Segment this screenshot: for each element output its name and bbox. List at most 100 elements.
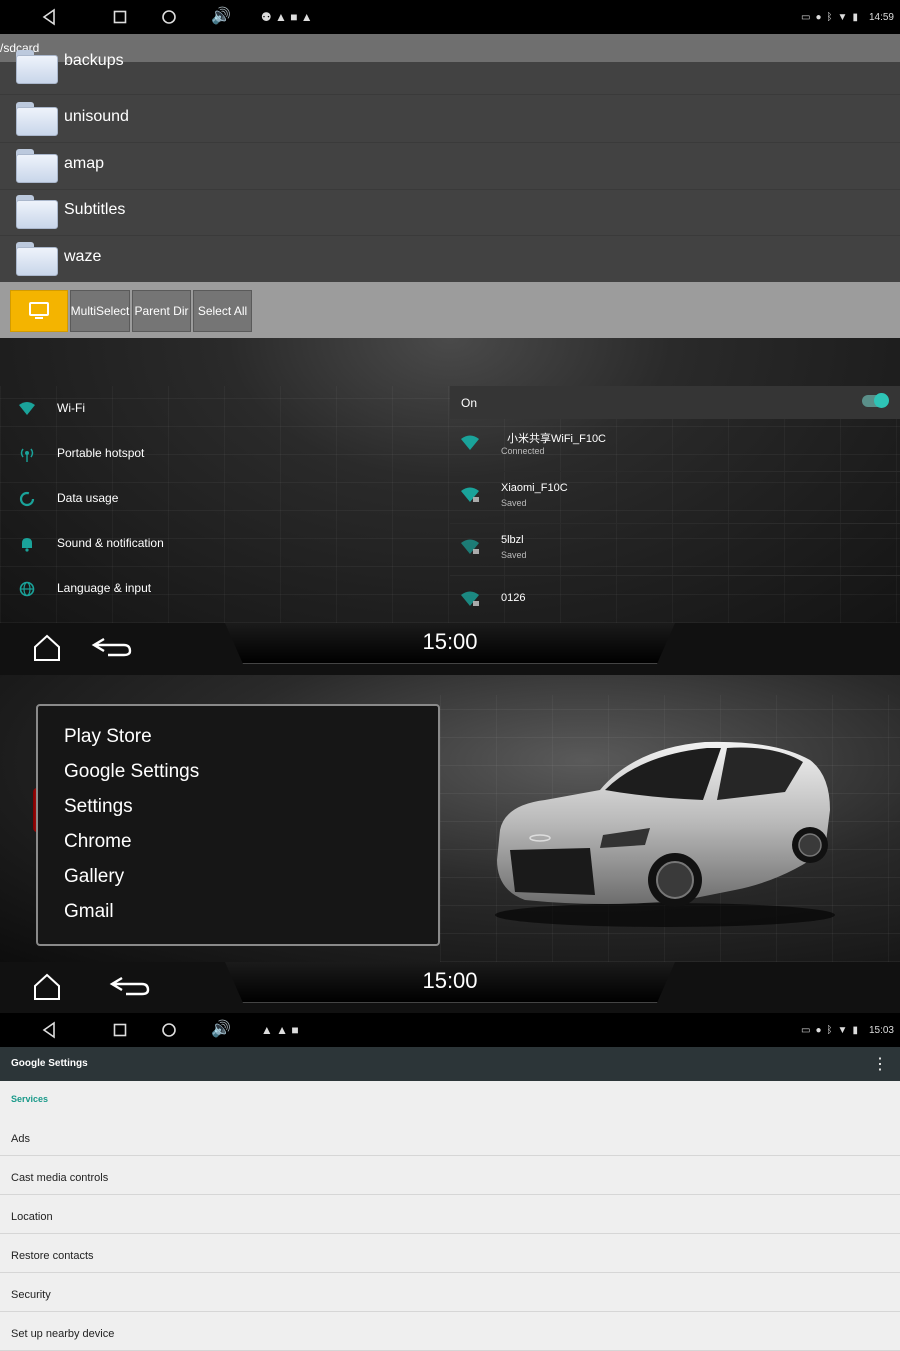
volume-icon[interactable]: 🔊	[211, 0, 231, 34]
settings-item-hotspot[interactable]: Portable hotspot	[0, 431, 450, 476]
app-list: Play Store Google Settings Settings Chro…	[36, 704, 440, 946]
wifi-network-name: Xiaomi_F10C	[501, 482, 568, 494]
wifi-network-name: 小米共享WiFi_F10C	[507, 433, 607, 445]
google-settings-header: Google Settings ⋮	[0, 1047, 900, 1081]
wifi-locked-icon	[461, 591, 479, 606]
settings-screen: Wi-Fi Portable hotspot Data usage Sound …	[0, 338, 900, 623]
wifi-network-status: Saved	[501, 550, 527, 560]
status-time: 14:59	[868, 11, 894, 23]
folder-name: Subtitles	[64, 201, 126, 218]
cast-icon: ▭	[801, 1024, 811, 1036]
system-tray: ▭ ● ᛒ ▼ ▮ 15:03	[801, 1013, 894, 1047]
folder-row[interactable]: Subtitles	[0, 189, 900, 236]
home-nav-icon[interactable]	[161, 9, 177, 25]
globe-icon	[19, 581, 35, 597]
list-item-location[interactable]: Location	[0, 1195, 900, 1234]
folder-row[interactable]: unisound	[0, 96, 900, 143]
wifi-state-label: On	[461, 396, 478, 410]
settings-item-label: Sound & notification	[57, 536, 164, 550]
folder-row[interactable]: waze	[0, 236, 900, 283]
list-item-label: Security	[11, 1289, 51, 1301]
settings-item-sound[interactable]: Sound & notification	[0, 521, 450, 566]
section-header: Services	[11, 1094, 49, 1104]
car-image	[495, 741, 835, 927]
back-nav-icon[interactable]	[40, 8, 58, 26]
wifi-network-status: Connected	[501, 446, 545, 456]
home-icon[interactable]	[32, 972, 62, 1002]
folder-name: amap	[64, 155, 105, 172]
settings-item-wifi[interactable]: Wi-Fi	[0, 386, 450, 431]
back-arrow-icon[interactable]	[90, 633, 134, 661]
wifi-locked-icon	[461, 487, 479, 502]
list-item-security[interactable]: Security	[0, 1273, 900, 1312]
select-all-button[interactable]: Select All	[193, 290, 252, 332]
car-nav-bar: 15:00	[0, 623, 900, 675]
notification-icons: ▲ ▲ ■	[260, 1023, 299, 1037]
app-google-settings[interactable]: Google Settings	[64, 761, 199, 783]
wifi-network-name: 0126	[501, 592, 526, 604]
google-settings-list: Services Ads Cast media controls Locatio…	[0, 1081, 900, 1351]
bluetooth-icon: ᛒ	[826, 1024, 833, 1036]
home-icon[interactable]	[32, 633, 62, 663]
app-gmail[interactable]: Gmail	[64, 901, 114, 923]
back-nav-icon[interactable]	[40, 1021, 58, 1039]
volume-icon[interactable]: 🔊	[211, 1013, 231, 1047]
wifi-signal-icon: ▼	[837, 11, 848, 23]
app-play-store[interactable]: Play Store	[64, 726, 152, 748]
monitor-icon	[29, 302, 49, 319]
location-icon: ●	[815, 11, 822, 23]
recents-nav-icon[interactable]	[113, 1023, 127, 1037]
settings-item-data-usage[interactable]: Data usage	[0, 476, 450, 521]
folder-row[interactable]: backups	[0, 48, 900, 95]
wifi-network-row[interactable]: 0126	[450, 575, 900, 623]
display-mode-button[interactable]	[10, 290, 68, 332]
clock: 15:00	[422, 629, 478, 654]
list-item-cast-media[interactable]: Cast media controls	[0, 1156, 900, 1195]
page-title: Google Settings	[11, 1058, 88, 1069]
folder-icon	[16, 149, 58, 183]
folder-icon	[16, 242, 58, 276]
settings-item-label: Language & input	[57, 581, 152, 595]
app-chrome[interactable]: Chrome	[64, 831, 132, 853]
location-icon: ●	[815, 1024, 822, 1036]
list-item-restore-contacts[interactable]: Restore contacts	[0, 1234, 900, 1273]
home-nav-icon[interactable]	[161, 1022, 177, 1038]
data-usage-icon	[19, 491, 35, 507]
wifi-network-row[interactable]: Xiaomi_F10C Saved	[450, 471, 900, 524]
battery-icon: ▮	[852, 1024, 858, 1036]
settings-item-label: Data usage	[57, 491, 119, 505]
hotspot-icon	[20, 448, 34, 462]
wifi-icon	[19, 402, 35, 415]
parent-dir-button[interactable]: Parent Dir	[132, 290, 191, 332]
list-item-nearby-device[interactable]: Set up nearby device	[0, 1312, 900, 1351]
recents-nav-icon[interactable]	[113, 10, 127, 24]
settings-item-label: Portable hotspot	[57, 446, 145, 460]
car-launcher: Play Store Google Settings Settings Chro…	[0, 675, 900, 962]
app-settings[interactable]: Settings	[64, 796, 133, 818]
file-toolbar: MultiSelect Parent Dir Select All	[0, 282, 900, 338]
overflow-menu-icon[interactable]: ⋮	[872, 1054, 888, 1074]
settings-item-label: Wi-Fi	[57, 401, 85, 415]
wifi-toggle[interactable]	[862, 393, 889, 408]
settings-item-language[interactable]: Language & input	[0, 566, 450, 611]
wifi-network-row[interactable]: 小米共享WiFi_F10C Connected	[450, 419, 900, 472]
wifi-network-status: Saved	[501, 498, 527, 508]
folder-icon	[16, 102, 58, 136]
folder-name: unisound	[64, 108, 129, 125]
folder-icon	[16, 50, 58, 84]
list-item-ads[interactable]: Ads	[0, 1117, 900, 1156]
list-item-label: Set up nearby device	[11, 1328, 115, 1340]
top-status-bar: 🔊 ⚉ ▲ ■ ▲ ▭ ● ᛒ ▼ ▮ 14:59	[0, 0, 900, 34]
system-tray: ▭ ● ᛒ ▼ ▮ 14:59	[801, 0, 894, 34]
wifi-network-row[interactable]: 5lbzl Saved	[450, 523, 900, 576]
bottom-status-bar: 🔊 ▲ ▲ ■ ▭ ● ᛒ ▼ ▮ 15:03	[0, 1013, 900, 1047]
multiselect-button[interactable]: MultiSelect	[70, 290, 130, 332]
app-gallery[interactable]: Gallery	[64, 866, 124, 888]
wifi-panel: On 小米共享WiFi_F10C Connected Xiaomi_F10C S…	[450, 386, 900, 623]
wifi-strong-icon	[461, 435, 479, 450]
folder-row[interactable]: amap	[0, 143, 900, 190]
back-arrow-icon[interactable]	[108, 972, 152, 1000]
wifi-toggle-row[interactable]: On	[450, 386, 900, 419]
wifi-signal-icon: ▼	[837, 1024, 848, 1036]
list-item-label: Location	[11, 1211, 53, 1223]
